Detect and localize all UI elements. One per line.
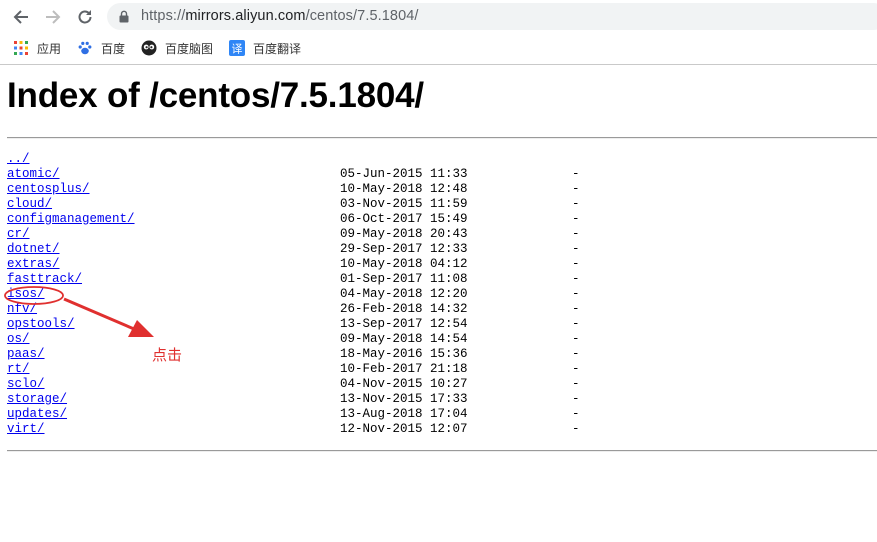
directory-link[interactable]: centosplus/ — [7, 182, 90, 197]
baidu-fanyi-icon: 译 — [229, 40, 245, 56]
chrome-divider — [0, 64, 877, 65]
forward-button[interactable] — [41, 5, 65, 29]
modified-date: 13-Nov-2015 17:33 — [340, 392, 468, 406]
modified-date: 13-Sep-2017 12:54 — [340, 317, 468, 331]
arrow-left-icon — [13, 10, 28, 24]
file-size: - — [572, 287, 580, 301]
file-size: - — [572, 272, 580, 286]
bookmark-label: 百度脑图 — [165, 41, 214, 56]
directory-link[interactable]: cloud/ — [7, 197, 52, 212]
modified-date: 04-May-2018 12:20 — [340, 287, 468, 301]
url-text[interactable]: https://mirrors.aliyun.com/centos/7.5.18… — [141, 8, 419, 25]
baidu-paw-icon — [77, 40, 93, 56]
directory-link[interactable]: extras/ — [7, 257, 60, 272]
directory-link[interactable]: storage/ — [7, 392, 67, 407]
file-size: - — [572, 422, 580, 436]
file-size: - — [572, 302, 580, 316]
bottom-divider — [7, 450, 877, 452]
file-size: - — [572, 392, 580, 406]
modified-date: 10-May-2018 12:48 — [340, 182, 468, 196]
file-size: - — [572, 347, 580, 361]
file-size: - — [572, 242, 580, 256]
bookmark-label: 百度翻译 — [253, 41, 302, 56]
reload-button[interactable] — [73, 5, 97, 29]
annotation-label: 点击 — [152, 346, 183, 364]
modified-date: 01-Sep-2017 11:08 — [340, 272, 468, 286]
directory-link[interactable]: dotnet/ — [7, 242, 60, 257]
modified-date: 12-Nov-2015 12:07 — [340, 422, 468, 436]
baidu-naotu-icon — [141, 40, 157, 56]
file-size: - — [572, 377, 580, 391]
bookmark-apps[interactable]: 应用 — [13, 39, 61, 57]
bookmarks-bar: 应用 百度 百度脑图 译 百度翻译 — [0, 33, 877, 64]
modified-date: 05-Jun-2015 11:33 — [340, 167, 468, 181]
file-size: - — [572, 332, 580, 346]
arrow-right-icon — [46, 10, 61, 24]
modified-date: 29-Sep-2017 12:33 — [340, 242, 468, 256]
file-size: - — [572, 317, 580, 331]
modified-date: 10-Feb-2017 21:18 — [340, 362, 468, 376]
directory-link[interactable]: rt/ — [7, 362, 30, 377]
file-size: - — [572, 197, 580, 211]
parent-directory-link[interactable]: ../ — [7, 152, 30, 167]
directory-link[interactable]: paas/ — [7, 347, 45, 362]
bookmark-baidu[interactable]: 百度 — [77, 39, 125, 57]
modified-date: 03-Nov-2015 11:59 — [340, 197, 468, 211]
directory-link[interactable]: cr/ — [7, 227, 30, 242]
directory-link[interactable]: opstools/ — [7, 317, 75, 332]
file-size: - — [572, 257, 580, 271]
bookmark-label: 应用 — [37, 41, 62, 56]
back-button[interactable] — [9, 5, 33, 29]
lock-icon[interactable] — [119, 10, 129, 23]
bookmark-baidu-naotu[interactable]: 百度脑图 — [141, 39, 213, 57]
address-bar[interactable]: https://mirrors.aliyun.com/centos/7.5.18… — [107, 3, 877, 30]
red-arrow-annotation — [63, 297, 154, 337]
url-path: /centos/7.5.1804/ — [305, 8, 419, 24]
modified-date: 13-Aug-2018 17:04 — [340, 407, 468, 421]
file-size: - — [572, 362, 580, 376]
directory-link[interactable]: os/ — [7, 332, 30, 347]
apps-grid-icon — [13, 40, 29, 56]
modified-date: 09-May-2018 14:54 — [340, 332, 468, 346]
directory-link[interactable]: nfv/ — [7, 302, 37, 317]
file-size: - — [572, 182, 580, 196]
directory-link[interactable]: sclo/ — [7, 377, 45, 392]
modified-date: 26-Feb-2018 14:32 — [340, 302, 468, 316]
file-size: - — [572, 407, 580, 421]
file-size: - — [572, 167, 580, 181]
modified-date: 18-May-2016 15:36 — [340, 347, 468, 361]
url-host: mirrors.aliyun.com — [185, 8, 306, 24]
url-scheme: https:// — [141, 8, 186, 24]
bookmark-label: 百度 — [101, 41, 126, 56]
directory-link[interactable]: isos/ — [7, 287, 45, 302]
bookmark-baidu-fanyi[interactable]: 译 百度翻译 — [229, 39, 301, 57]
page-title: Index of /centos/7.5.1804/ — [7, 76, 424, 115]
file-size: - — [572, 227, 580, 241]
directory-link[interactable]: fasttrack/ — [7, 272, 82, 287]
modified-date: 06-Oct-2017 15:49 — [340, 212, 468, 226]
directory-link[interactable]: virt/ — [7, 422, 45, 437]
modified-date: 09-May-2018 20:43 — [340, 227, 468, 241]
directory-link[interactable]: configmanagement/ — [7, 212, 135, 227]
modified-date: 04-Nov-2015 10:27 — [340, 377, 468, 391]
directory-link[interactable]: atomic/ — [7, 167, 60, 182]
svg-text:译: 译 — [232, 43, 243, 56]
directory-link[interactable]: updates/ — [7, 407, 67, 422]
reload-icon — [78, 10, 92, 24]
browser-toolbar: https://mirrors.aliyun.com/centos/7.5.18… — [0, 0, 877, 33]
modified-date: 10-May-2018 04:12 — [340, 257, 468, 271]
top-divider — [7, 137, 877, 139]
file-size: - — [572, 212, 580, 226]
